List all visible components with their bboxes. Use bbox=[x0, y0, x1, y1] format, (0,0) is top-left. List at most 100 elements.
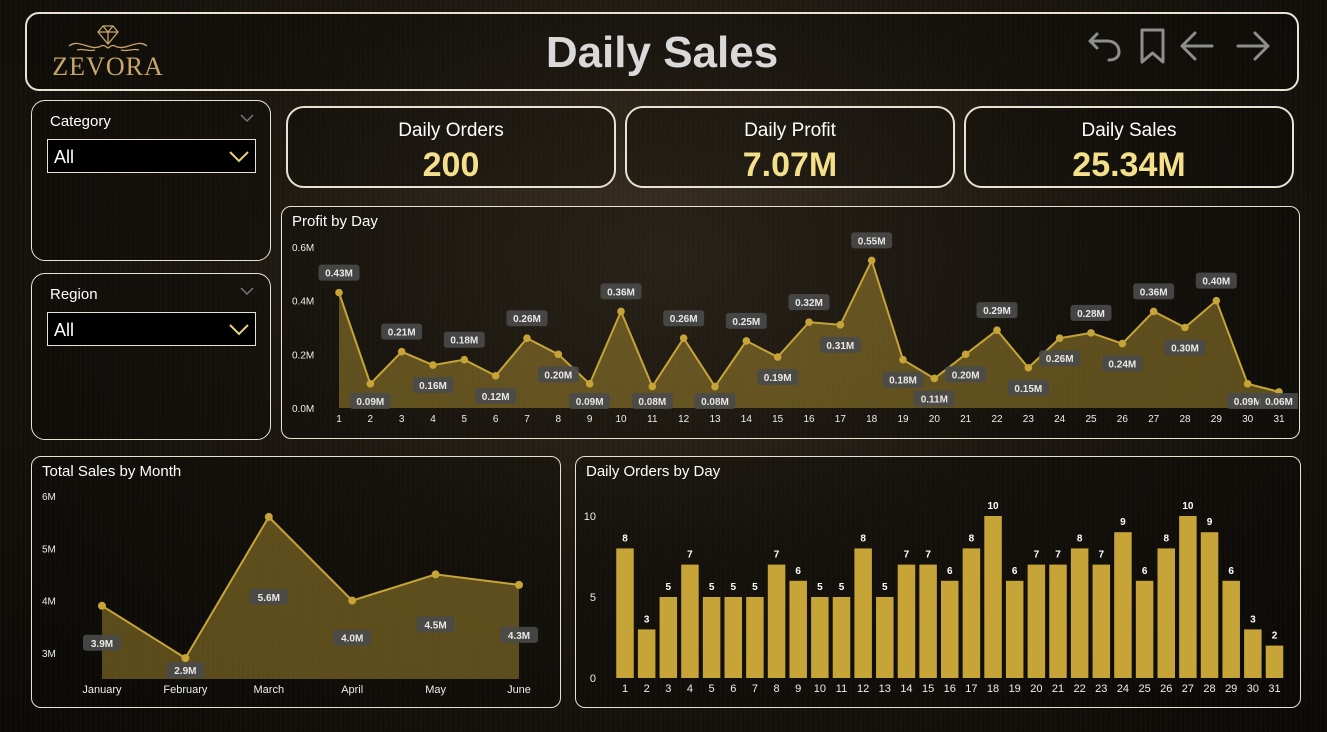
daily-orders-card: Daily Orders 200 bbox=[286, 106, 616, 188]
profit-point bbox=[585, 380, 594, 388]
bookmark-icon[interactable] bbox=[1133, 26, 1173, 66]
forward-arrow-icon[interactable] bbox=[1233, 26, 1273, 66]
x-tick-label: 22 bbox=[1074, 683, 1086, 695]
x-tick-label: 17 bbox=[965, 683, 977, 695]
y-tick-label: 0.0M bbox=[292, 404, 314, 415]
orders-data-label: 5 bbox=[882, 582, 888, 593]
category-dropdown[interactable]: All bbox=[47, 139, 256, 173]
y-tick-label: 5M bbox=[42, 544, 56, 555]
header-bar: ZEVORA Daily Sales bbox=[25, 12, 1299, 91]
orders-bar bbox=[876, 597, 894, 678]
orders-data-label: 9 bbox=[1207, 517, 1213, 528]
profit-data-label: 0.09M bbox=[576, 397, 604, 408]
profit-point bbox=[1087, 329, 1095, 337]
x-tick-label: 21 bbox=[1052, 683, 1064, 695]
profit-point bbox=[867, 256, 876, 265]
x-tick-label: June bbox=[507, 684, 531, 696]
x-tick-label: 27 bbox=[1182, 683, 1194, 695]
orders-bar bbox=[637, 629, 656, 678]
x-tick-label: 13 bbox=[879, 683, 891, 695]
profit-point bbox=[711, 382, 719, 391]
profit-data-label: 0.06M bbox=[1265, 397, 1293, 408]
region-value: All bbox=[54, 320, 75, 340]
x-tick-label: April bbox=[341, 684, 363, 696]
profit-point bbox=[742, 337, 751, 345]
orders-data-label: 5 bbox=[817, 582, 823, 593]
sales-point bbox=[515, 580, 523, 589]
profit-point bbox=[679, 334, 688, 343]
profit-by-day-chart: Profit by Day 0.0M 0.2M 0.4M 0.6M 1 0.43M 2 0.0… bbox=[281, 206, 1300, 439]
x-tick-label: 4 bbox=[430, 414, 436, 425]
x-tick-label: 5 bbox=[462, 414, 468, 425]
orders-bar bbox=[789, 580, 807, 678]
daily-profit-card: Daily Profit 7.07M bbox=[625, 106, 955, 188]
profit-data-label: 0.16M bbox=[419, 381, 447, 392]
orders-data-label: 7 bbox=[774, 550, 780, 561]
profit-point bbox=[429, 361, 437, 369]
y-tick-label: 0.6M bbox=[292, 243, 314, 254]
x-tick-label: 7 bbox=[524, 414, 530, 425]
x-tick-label: 25 bbox=[1138, 683, 1150, 695]
x-tick-label: 6 bbox=[493, 414, 499, 425]
x-tick-label: 14 bbox=[900, 683, 912, 695]
orders-data-label: 6 bbox=[1228, 566, 1234, 577]
sales-point bbox=[264, 512, 273, 521]
x-tick-label: 15 bbox=[922, 683, 934, 695]
profit-data-label: 0.28M bbox=[1077, 309, 1105, 320]
orders-bar bbox=[919, 564, 937, 678]
orders-bar bbox=[1114, 532, 1132, 678]
undo-icon[interactable] bbox=[1085, 26, 1125, 66]
profit-point bbox=[617, 307, 625, 316]
orders-bar bbox=[1222, 580, 1240, 678]
orders-data-label: 5 bbox=[709, 582, 715, 593]
orders-data-label: 8 bbox=[622, 533, 628, 544]
orders-bar bbox=[1265, 645, 1284, 678]
x-tick-label: 3 bbox=[665, 683, 671, 695]
x-tick-label: 26 bbox=[1160, 683, 1172, 695]
x-tick-label: 19 bbox=[1009, 683, 1021, 695]
orders-bar bbox=[702, 597, 721, 678]
orders-data-label: 10 bbox=[1182, 501, 1194, 512]
x-tick-label: 27 bbox=[1148, 414, 1160, 425]
sales-by-month-chart: Total Sales by Month 3M 4M 5M 6M January 3.9M… bbox=[31, 456, 561, 708]
x-tick-label: 23 bbox=[1023, 414, 1035, 425]
profit-point bbox=[1243, 380, 1252, 388]
orders-data-label: 6 bbox=[795, 566, 801, 577]
profit-data-label: 0.26M bbox=[670, 314, 698, 325]
x-tick-label: 11 bbox=[647, 414, 658, 425]
orders-bar bbox=[1157, 548, 1175, 678]
region-dropdown[interactable]: All bbox=[47, 312, 256, 346]
chevron-down-icon[interactable] bbox=[240, 286, 254, 296]
profit-data-label: 0.20M bbox=[952, 370, 980, 381]
profit-point bbox=[460, 355, 469, 364]
profit-data-label: 0.09M bbox=[356, 397, 384, 408]
orders-bar bbox=[1179, 516, 1197, 678]
x-tick-label: 4 bbox=[687, 683, 693, 695]
profit-point bbox=[899, 355, 907, 364]
profit-point bbox=[554, 350, 563, 359]
profit-data-label: 0.26M bbox=[513, 314, 541, 325]
back-arrow-icon[interactable] bbox=[1177, 26, 1217, 66]
orders-data-label: 5 bbox=[839, 582, 845, 593]
x-tick-label: 15 bbox=[772, 414, 784, 425]
profit-point bbox=[836, 321, 845, 329]
x-tick-label: 12 bbox=[857, 683, 869, 695]
orders-data-label: 7 bbox=[904, 550, 910, 561]
profit-point bbox=[1181, 323, 1189, 332]
orders-data-label: 6 bbox=[947, 566, 953, 577]
kpi-value: 200 bbox=[422, 146, 480, 184]
orders-bar bbox=[767, 564, 786, 678]
x-tick-label: 12 bbox=[678, 414, 690, 425]
orders-bar bbox=[1244, 629, 1262, 678]
x-tick-label: 7 bbox=[752, 683, 758, 695]
orders-data-label: 7 bbox=[1034, 550, 1040, 561]
category-label: Category bbox=[50, 113, 111, 130]
chevron-down-icon[interactable] bbox=[240, 113, 254, 123]
x-tick-label: March bbox=[254, 684, 285, 696]
x-tick-label: 18 bbox=[866, 414, 878, 425]
profit-data-label: 0.32M bbox=[795, 298, 823, 309]
profit-data-label: 0.55M bbox=[858, 236, 886, 247]
orders-bar bbox=[616, 548, 634, 678]
orders-data-label: 7 bbox=[687, 550, 693, 561]
profit-point bbox=[1055, 334, 1064, 343]
